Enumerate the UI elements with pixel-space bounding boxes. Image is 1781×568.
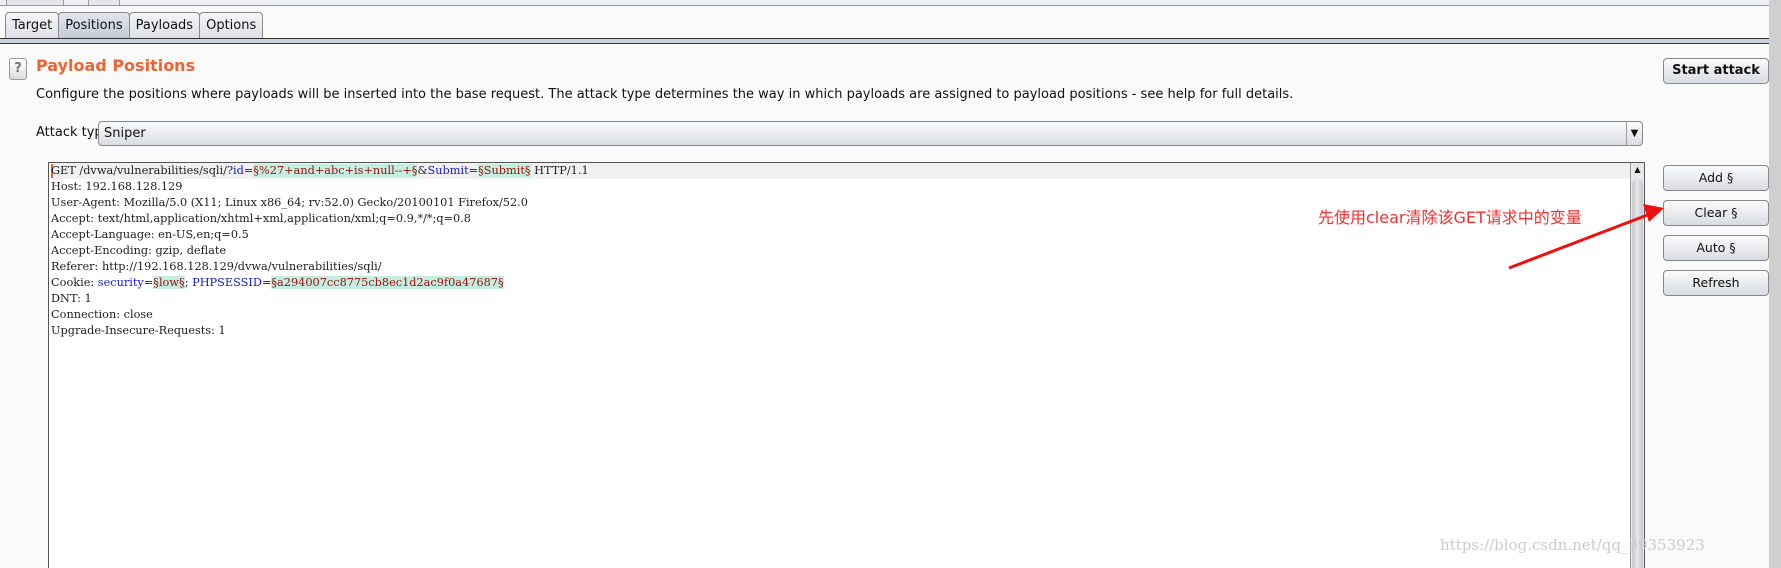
watermark: https://blog.csdn.net/qq_39353923 [1440,536,1705,554]
annotation-arrow-icon [1508,204,1664,270]
